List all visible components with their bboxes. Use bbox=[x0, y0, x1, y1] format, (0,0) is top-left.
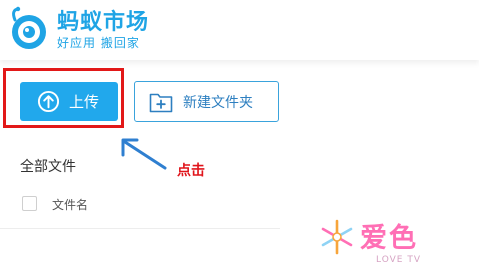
watermark-logo: 爱色 LOVE TV bbox=[318, 216, 438, 268]
watermark-subtitle: LOVE TV bbox=[376, 255, 421, 265]
folder-plus-icon bbox=[149, 93, 173, 113]
select-all-checkbox[interactable] bbox=[22, 196, 37, 211]
ant-eye-icon bbox=[12, 6, 46, 49]
all-files-heading: 全部文件 bbox=[20, 159, 76, 175]
upload-button[interactable]: 上传 bbox=[20, 82, 118, 121]
pointer-arrow-icon bbox=[121, 138, 167, 170]
app-header: 蚂蚁市场 好应用 搬回家 bbox=[0, 0, 479, 60]
divider bbox=[0, 228, 280, 229]
app-logo-subtitle: 好应用 搬回家 bbox=[57, 36, 140, 50]
upload-button-label: 上传 bbox=[69, 93, 100, 111]
app-logo-title: 蚂蚁市场 bbox=[57, 10, 150, 35]
snowflake-icon bbox=[321, 219, 353, 255]
column-header-filename: 文件名 bbox=[52, 198, 89, 212]
new-folder-button-label: 新建文件夹 bbox=[183, 95, 253, 111]
upload-arrow-icon bbox=[37, 90, 60, 113]
watermark-text: 爱色 bbox=[360, 223, 418, 254]
click-hint-label: 点击 bbox=[177, 163, 205, 179]
new-folder-button[interactable]: 新建文件夹 bbox=[134, 81, 279, 122]
